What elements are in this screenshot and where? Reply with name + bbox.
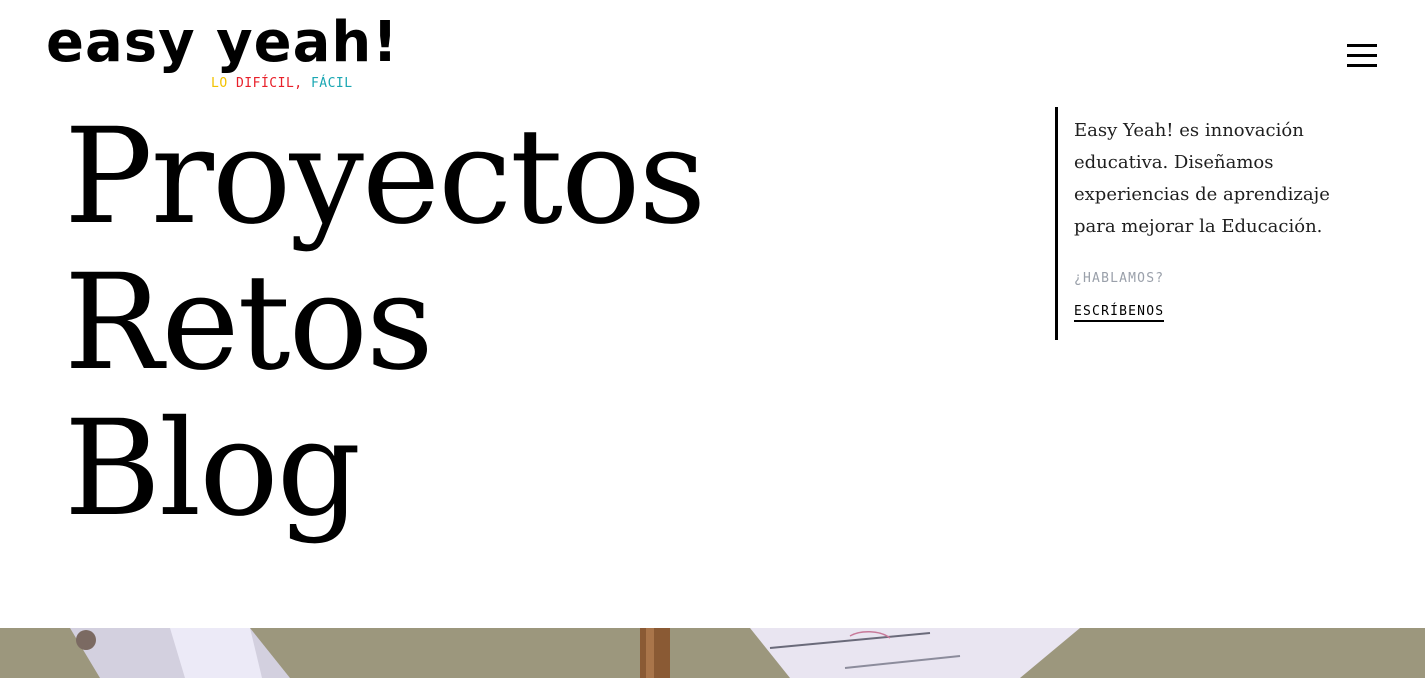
hero-nav-item: Retos bbox=[64, 250, 704, 396]
menu-line-bottom bbox=[1347, 64, 1377, 67]
nav-link-retos[interactable]: Retos bbox=[64, 250, 704, 396]
brand-logo[interactable]: easy yeah! LO DIFÍCIL, FÁCIL bbox=[46, 8, 398, 98]
hero-photo bbox=[0, 628, 1425, 678]
menu-line-top bbox=[1347, 44, 1377, 47]
hero-navigation: Proyectos Retos Blog bbox=[64, 104, 706, 542]
tagline-part-dificil: DIFÍCIL, bbox=[235, 76, 311, 91]
hero-photo-illustration bbox=[0, 628, 1425, 678]
tagline-part-lo: LO bbox=[211, 76, 236, 91]
hamburger-menu-icon[interactable] bbox=[1340, 38, 1384, 74]
hero-nav-item: Proyectos bbox=[64, 104, 706, 250]
intro-description: Easy Yeah! es innovación educativa. Dise… bbox=[1074, 120, 1330, 237]
nav-link-blog[interactable]: Blog bbox=[64, 396, 704, 542]
intro-question: ¿HABLAMOS? bbox=[1074, 271, 1165, 286]
contact-link[interactable]: ESCRÍBENOS bbox=[1074, 304, 1165, 322]
tagline-part-facil: FÁCIL bbox=[310, 76, 353, 91]
logo-tagline: LO DIFÍCIL, FÁCIL bbox=[211, 76, 353, 92]
hero-nav-item: Blog bbox=[64, 396, 704, 542]
menu-line-middle bbox=[1347, 54, 1377, 57]
intro-panel: Easy Yeah! es innovación educativa. Dise… bbox=[1055, 107, 1355, 340]
nav-link-proyectos[interactable]: Proyectos bbox=[64, 104, 706, 250]
logo-wordmark: easy yeah! bbox=[46, 10, 399, 75]
